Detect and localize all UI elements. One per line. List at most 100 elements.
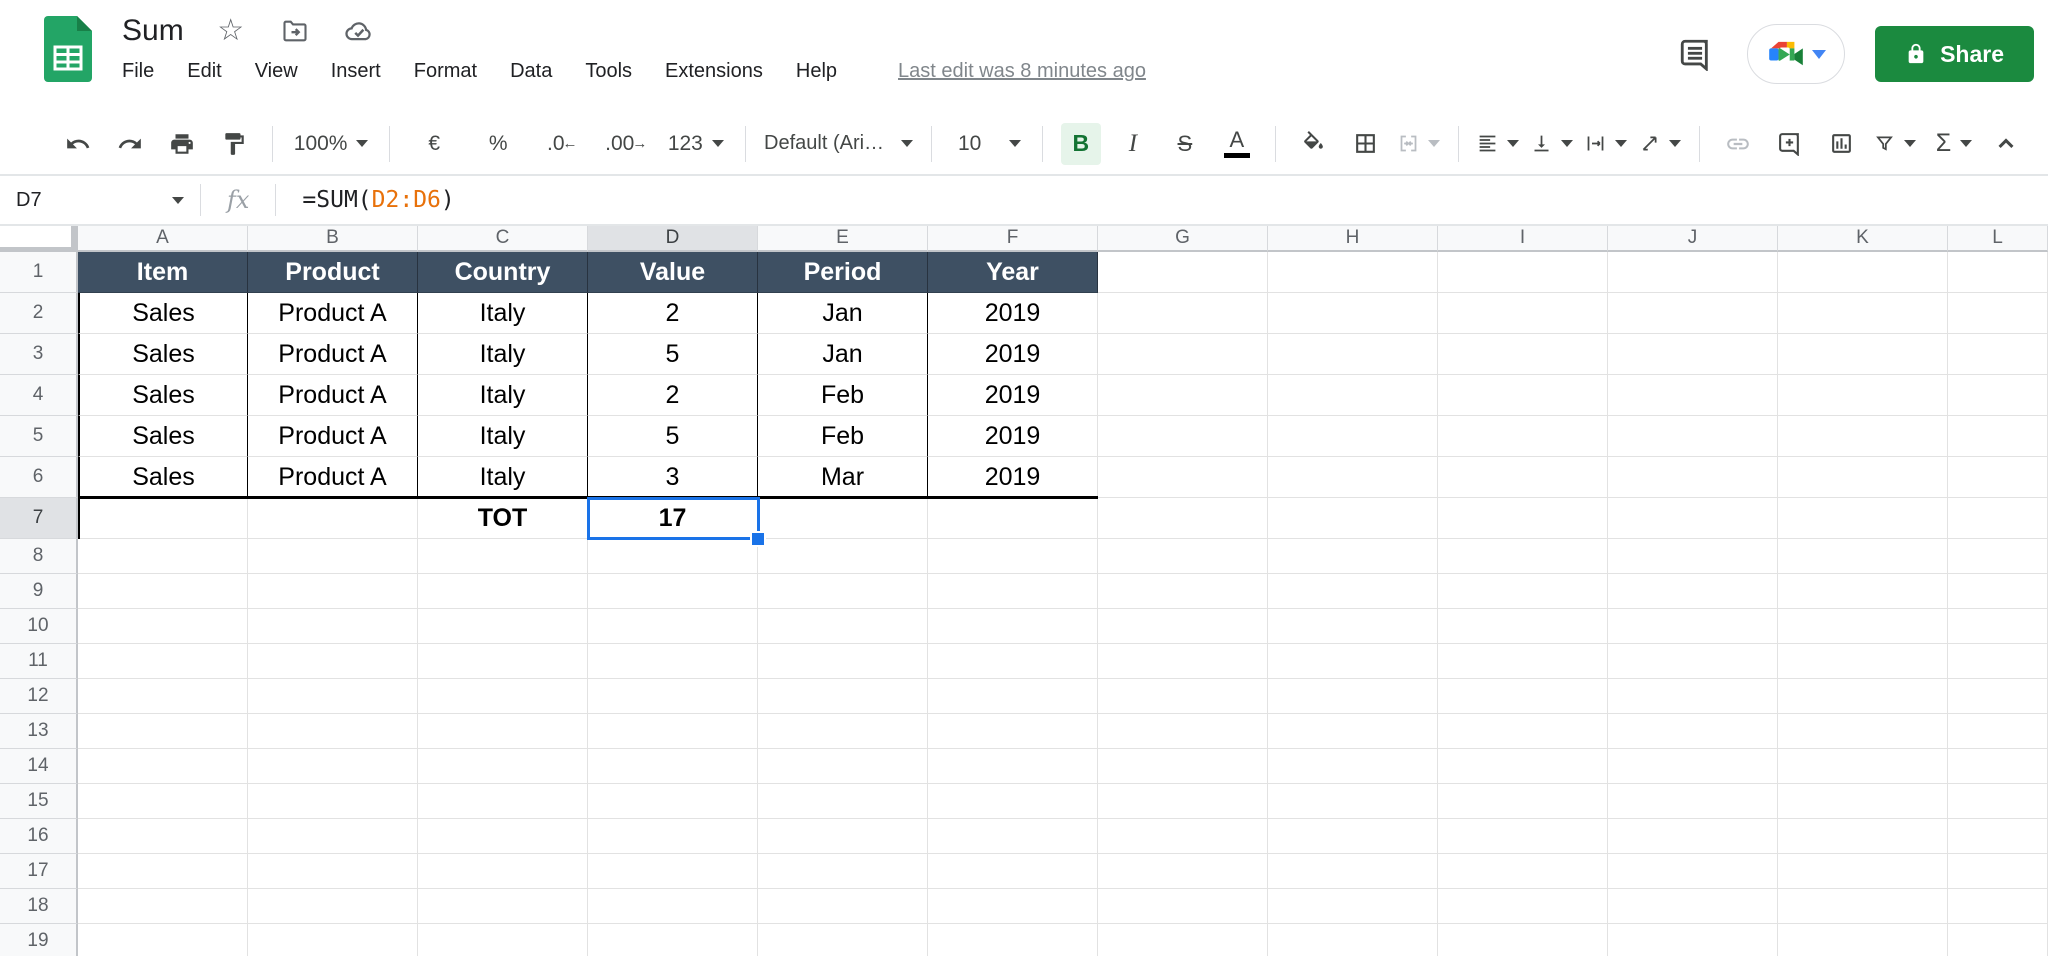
cell-D3[interactable]: 5 <box>588 334 758 375</box>
cell-E4[interactable]: Feb <box>758 375 928 416</box>
cell-H11[interactable] <box>1268 644 1438 679</box>
cell-K12[interactable] <box>1778 679 1948 714</box>
cell-B8[interactable] <box>248 539 418 574</box>
cell-G16[interactable] <box>1098 819 1268 854</box>
cell-I14[interactable] <box>1438 749 1608 784</box>
cell-F6[interactable]: 2019 <box>928 457 1098 498</box>
cell-B18[interactable] <box>248 889 418 924</box>
cell-G19[interactable] <box>1098 924 1268 956</box>
cell-G15[interactable] <box>1098 784 1268 819</box>
cell-E17[interactable] <box>758 854 928 889</box>
cell-A1[interactable]: Item <box>78 252 248 293</box>
cell-I12[interactable] <box>1438 679 1608 714</box>
cell-K3[interactable] <box>1778 334 1948 375</box>
row-header-18[interactable]: 18 <box>0 889 78 924</box>
cell-K1[interactable] <box>1778 252 1948 293</box>
cell-E14[interactable] <box>758 749 928 784</box>
row-header-5[interactable]: 5 <box>0 416 78 457</box>
cell-H5[interactable] <box>1268 416 1438 457</box>
cell-L17[interactable] <box>1948 854 2048 889</box>
cloud-saved-icon[interactable] <box>342 14 376 48</box>
cell-F7[interactable] <box>928 498 1098 539</box>
cell-A14[interactable] <box>78 749 248 784</box>
cell-D4[interactable]: 2 <box>588 375 758 416</box>
bold-button[interactable]: B <box>1060 122 1101 165</box>
cell-D11[interactable] <box>588 644 758 679</box>
cell-C15[interactable] <box>418 784 588 819</box>
cell-C9[interactable] <box>418 574 588 609</box>
cell-J16[interactable] <box>1608 819 1778 854</box>
cell-D19[interactable] <box>588 924 758 956</box>
more-formats-button[interactable]: 123 <box>664 123 727 165</box>
cell-G8[interactable] <box>1098 539 1268 574</box>
paint-format-button[interactable] <box>214 123 254 165</box>
cell-H16[interactable] <box>1268 819 1438 854</box>
cell-G2[interactable] <box>1098 293 1268 334</box>
cell-K17[interactable] <box>1778 854 1948 889</box>
cell-A7[interactable] <box>78 498 248 539</box>
cell-B10[interactable] <box>248 609 418 644</box>
cell-J5[interactable] <box>1608 416 1778 457</box>
cell-A5[interactable]: Sales <box>78 416 248 457</box>
cell-J6[interactable] <box>1608 457 1778 498</box>
cell-J13[interactable] <box>1608 714 1778 749</box>
row-header-17[interactable]: 17 <box>0 854 78 889</box>
menu-item-format[interactable]: Format <box>414 60 477 83</box>
cell-H3[interactable] <box>1268 334 1438 375</box>
cell-I10[interactable] <box>1438 609 1608 644</box>
cell-B9[interactable] <box>248 574 418 609</box>
cell-A17[interactable] <box>78 854 248 889</box>
cell-E8[interactable] <box>758 539 928 574</box>
cell-D6[interactable]: 3 <box>588 457 758 498</box>
cell-F12[interactable] <box>928 679 1098 714</box>
column-header-D[interactable]: D <box>588 226 758 252</box>
cell-L18[interactable] <box>1948 889 2048 924</box>
cell-J7[interactable] <box>1608 498 1778 539</box>
cell-D13[interactable] <box>588 714 758 749</box>
move-folder-icon[interactable] <box>278 14 312 48</box>
column-header-I[interactable]: I <box>1438 226 1608 252</box>
cell-F8[interactable] <box>928 539 1098 574</box>
cell-D8[interactable] <box>588 539 758 574</box>
column-header-K[interactable]: K <box>1778 226 1948 252</box>
functions-button[interactable]: Σ <box>1928 123 1980 165</box>
cell-C10[interactable] <box>418 609 588 644</box>
column-header-A[interactable]: A <box>78 226 248 252</box>
insert-link-button[interactable] <box>1718 123 1758 165</box>
cell-K15[interactable] <box>1778 784 1948 819</box>
cell-C1[interactable]: Country <box>418 252 588 293</box>
cell-G13[interactable] <box>1098 714 1268 749</box>
cell-B13[interactable] <box>248 714 418 749</box>
cell-D7[interactable]: 17 <box>588 498 758 539</box>
cell-C14[interactable] <box>418 749 588 784</box>
cell-E9[interactable] <box>758 574 928 609</box>
cell-L4[interactable] <box>1948 375 2048 416</box>
column-header-F[interactable]: F <box>928 226 1098 252</box>
cell-K7[interactable] <box>1778 498 1948 539</box>
cell-H4[interactable] <box>1268 375 1438 416</box>
cell-H8[interactable] <box>1268 539 1438 574</box>
last-edit-link[interactable]: Last edit was 8 minutes ago <box>898 60 1146 83</box>
cell-E15[interactable] <box>758 784 928 819</box>
cell-L19[interactable] <box>1948 924 2048 956</box>
cell-K19[interactable] <box>1778 924 1948 956</box>
cell-F4[interactable]: 2019 <box>928 375 1098 416</box>
meet-button[interactable] <box>1747 24 1846 84</box>
cell-H2[interactable] <box>1268 293 1438 334</box>
cell-L8[interactable] <box>1948 539 2048 574</box>
cell-C16[interactable] <box>418 819 588 854</box>
cell-I5[interactable] <box>1438 416 1608 457</box>
horizontal-align-button[interactable] <box>1477 123 1519 165</box>
cell-L10[interactable] <box>1948 609 2048 644</box>
cell-B3[interactable]: Product A <box>248 334 418 375</box>
cell-C6[interactable]: Italy <box>418 457 588 498</box>
column-header-H[interactable]: H <box>1268 226 1438 252</box>
cell-H17[interactable] <box>1268 854 1438 889</box>
formula-input[interactable]: =SUM(D2:D6) <box>302 187 454 213</box>
cell-A4[interactable]: Sales <box>78 375 248 416</box>
cell-D16[interactable] <box>588 819 758 854</box>
cell-E6[interactable]: Mar <box>758 457 928 498</box>
cell-F13[interactable] <box>928 714 1098 749</box>
cell-C7[interactable]: TOT <box>418 498 588 539</box>
cell-I4[interactable] <box>1438 375 1608 416</box>
